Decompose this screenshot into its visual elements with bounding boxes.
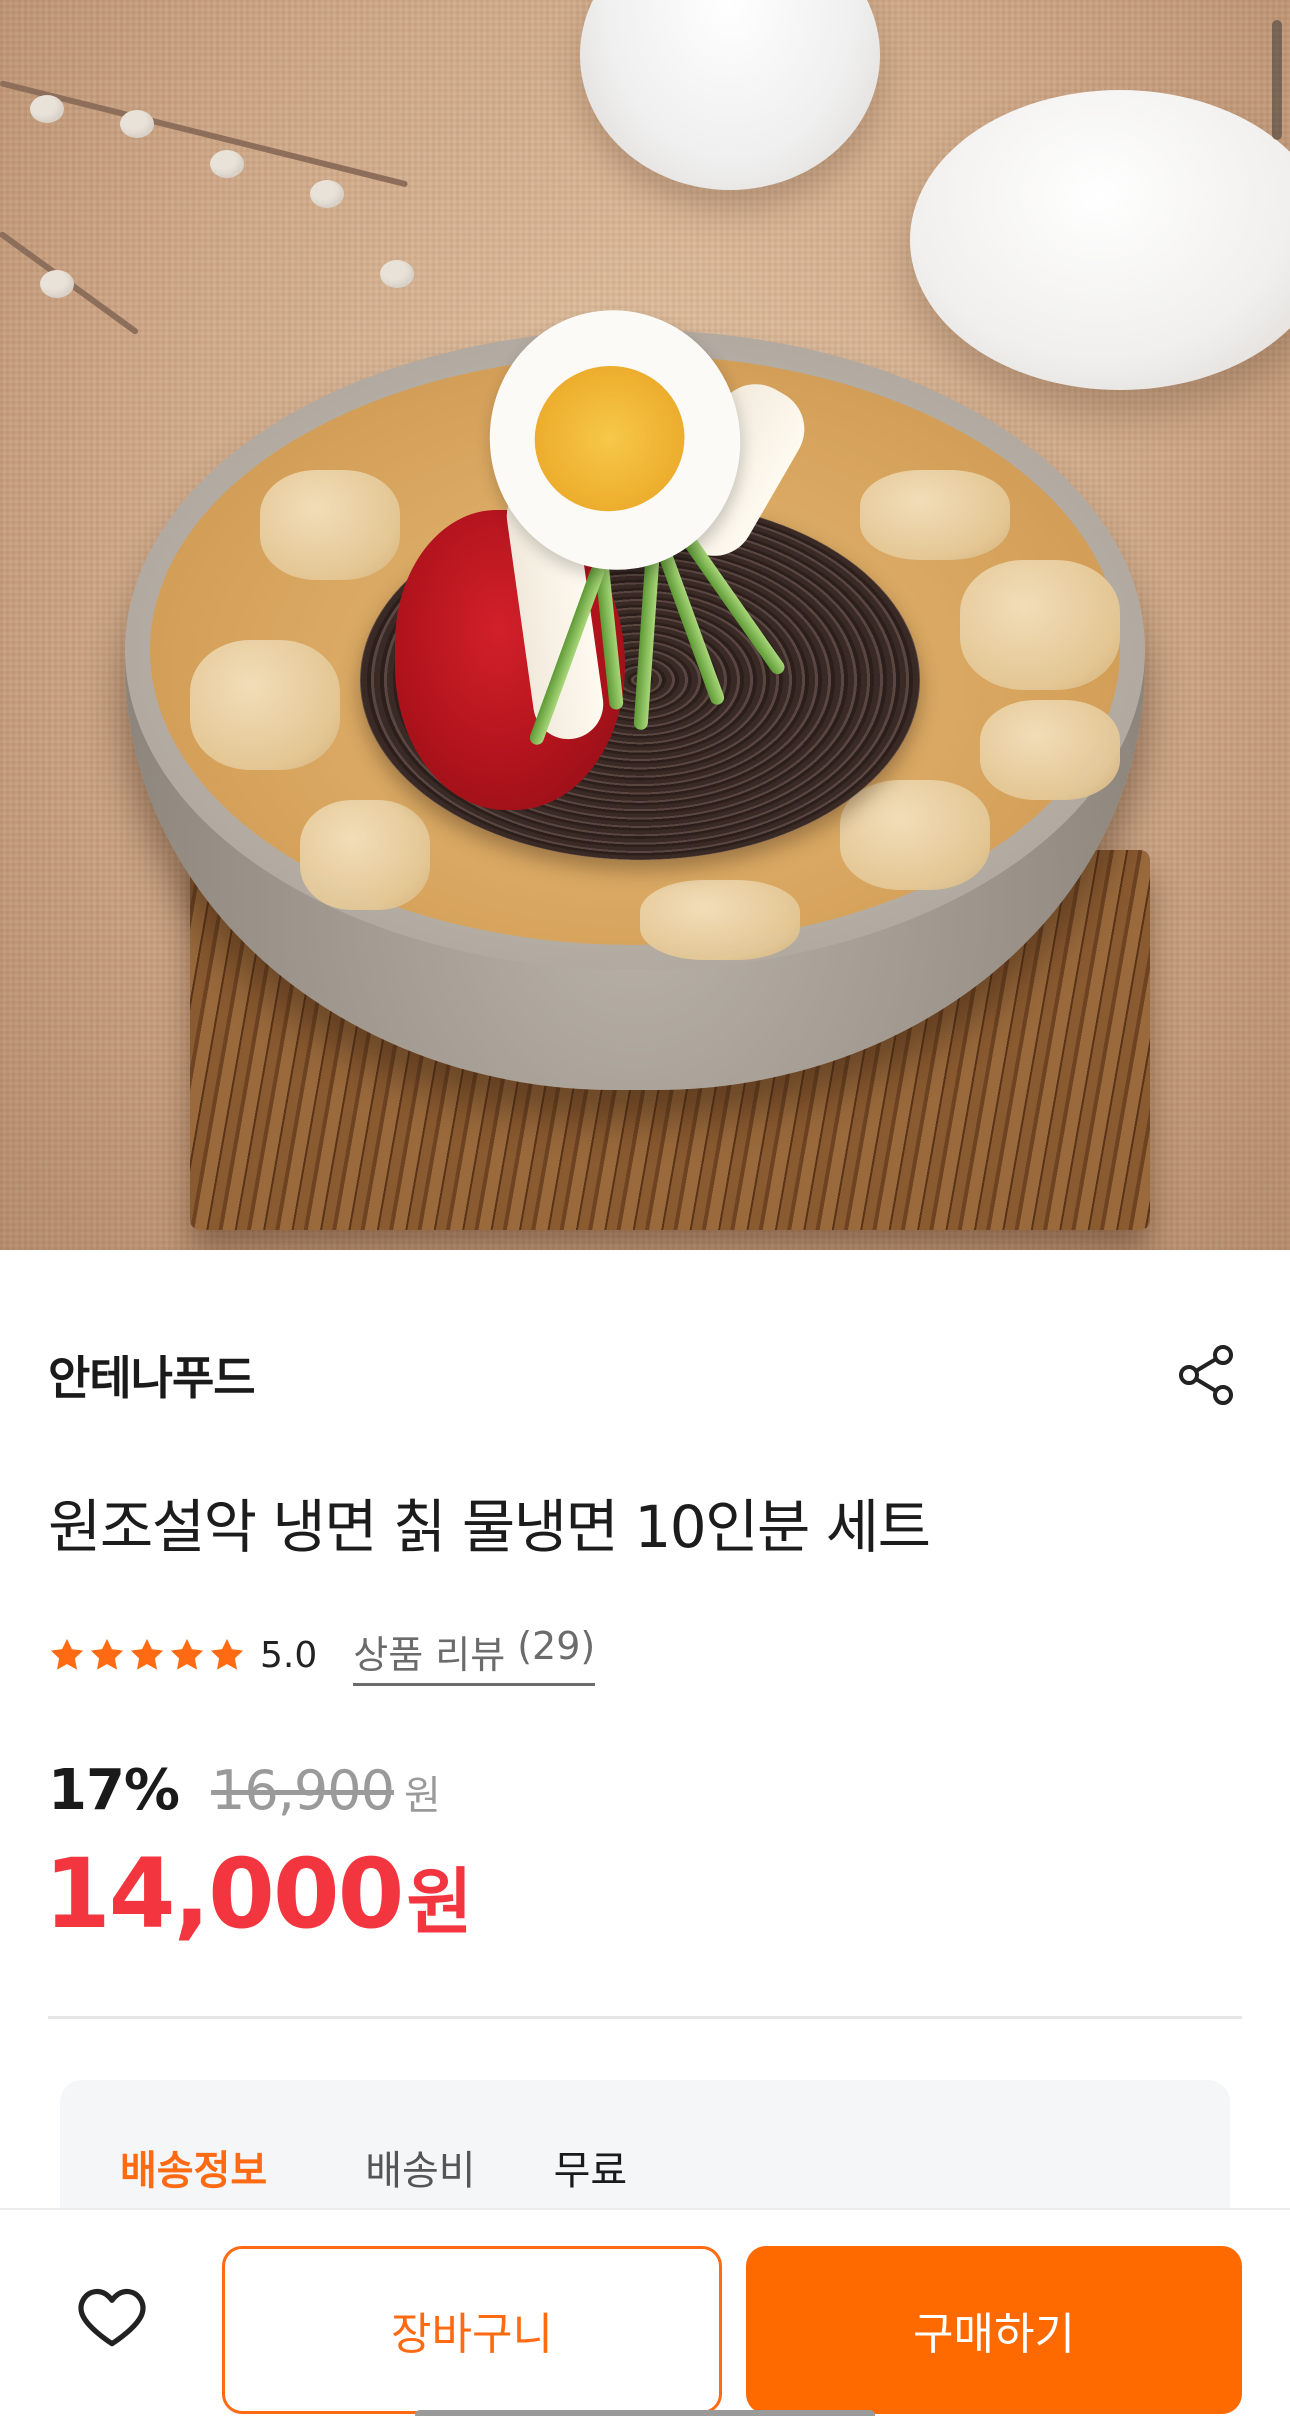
flower-bud [30, 95, 64, 123]
scrollbar[interactable] [1272, 20, 1282, 140]
flower-bud [120, 110, 154, 138]
flower-bud [210, 150, 244, 178]
original-price: 16,900 [211, 1759, 395, 1822]
home-indicator[interactable] [415, 2410, 875, 2416]
original-price-unit: 원 [404, 1773, 441, 1819]
egg-yolk [521, 352, 699, 526]
review-label: 상품 리뷰 [353, 1633, 506, 1677]
share-button[interactable] [1172, 1340, 1242, 1410]
flower-bud [40, 270, 74, 298]
ice-chunk [980, 700, 1120, 800]
flower-bud [380, 260, 414, 288]
ice-chunk [190, 640, 340, 770]
add-to-cart-button[interactable]: 장바구니 [222, 2246, 722, 2414]
product-title: 원조설악 냉면 칡 물냉면 10인분 세트 [48, 1493, 931, 1561]
star-rating [48, 1636, 246, 1674]
review-count: (29) [517, 1624, 596, 1668]
ice-chunk [860, 470, 1010, 560]
shipping-row: 배송정보 배송비 무료 [120, 2138, 627, 2196]
brand-row: 안테나푸드 [48, 1340, 1242, 1410]
star-icon [90, 1638, 124, 1670]
brand-name[interactable]: 안테나푸드 [48, 1342, 256, 1408]
sale-price-row: 14,000 원 [44, 1838, 473, 1958]
ice-chunk [840, 780, 990, 890]
divider [48, 2016, 1242, 2019]
sale-price: 14,000 [44, 1838, 404, 1950]
review-link[interactable]: 상품 리뷰 (29) [353, 1624, 596, 1686]
flower-bud [310, 180, 344, 208]
buy-now-button[interactable]: 구매하기 [746, 2246, 1242, 2414]
ice-chunk [640, 880, 800, 960]
star-icon [210, 1638, 244, 1670]
rating-value: 5.0 [260, 1634, 318, 1676]
shipping-label: 배송정보 [120, 2148, 268, 2194]
star-icon [50, 1638, 84, 1670]
ice-chunk [260, 470, 400, 580]
discount-rate: 17% [48, 1758, 180, 1823]
heart-icon [78, 2288, 146, 2347]
original-price-row: 17% 16,900 원 [48, 1758, 441, 1828]
shipping-fee-label: 배송비 [365, 2148, 476, 2194]
shipping-fee-value: 무료 [553, 2148, 628, 2194]
sale-price-unit: 원 [406, 1860, 473, 1944]
share-icon [1179, 1345, 1233, 1405]
star-icon [170, 1638, 204, 1670]
ice-chunk [300, 800, 430, 910]
rating-row: 5.0 상품 리뷰 (29) [48, 1624, 596, 1686]
product-image[interactable] [0, 0, 1290, 1250]
bottom-action-bar: 장바구니 구매하기 [0, 2208, 1290, 2416]
star-icon [130, 1638, 164, 1670]
ice-chunk [960, 560, 1120, 690]
wishlist-button[interactable] [64, 2268, 160, 2364]
